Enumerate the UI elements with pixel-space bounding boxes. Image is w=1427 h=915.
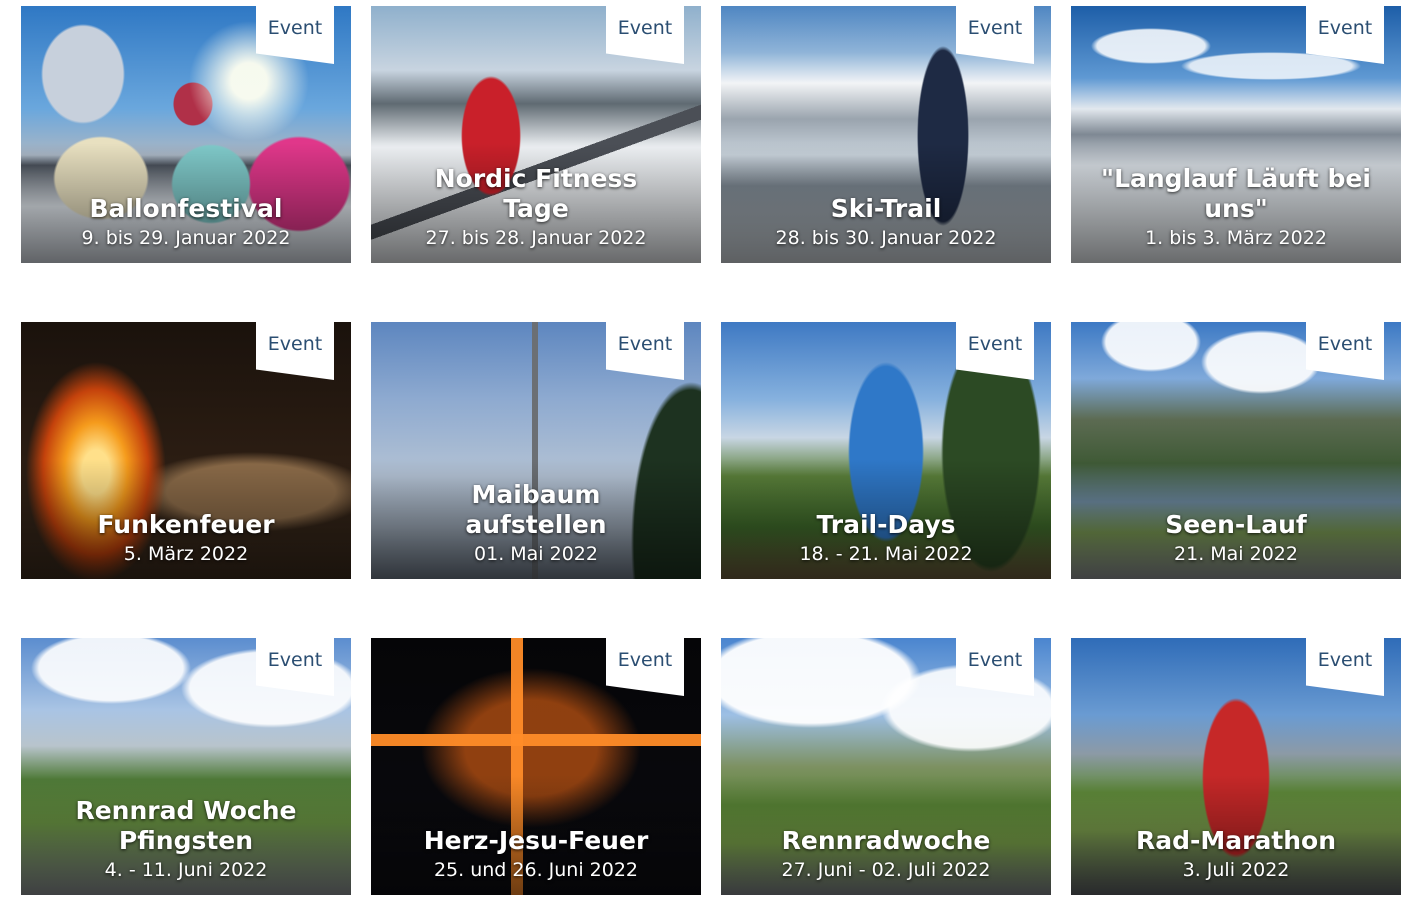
event-caption: "Langlauf Läuft bei uns" 1. bis 3. März … bbox=[1071, 164, 1401, 251]
event-badge-label: Event bbox=[1317, 17, 1373, 39]
event-caption: Ballonfestival 9. bis 29. Januar 2022 bbox=[21, 194, 351, 251]
event-caption: Maibaum aufstellen 01. Mai 2022 bbox=[371, 480, 701, 567]
event-title: Rad-Marathon bbox=[1135, 826, 1337, 855]
event-card-ballonfestival[interactable]: Event Ballonfestival 9. bis 29. Januar 2… bbox=[21, 6, 351, 263]
event-date: 01. Mai 2022 bbox=[474, 543, 598, 565]
event-card-rennrad-woche-pfingsten[interactable]: Event Rennrad Woche Pfingsten 4. - 11. J… bbox=[21, 638, 351, 895]
event-badge-label: Event bbox=[1317, 333, 1373, 355]
event-date: 25. und 26. Juni 2022 bbox=[433, 859, 639, 881]
event-badge-label: Event bbox=[967, 333, 1023, 355]
event-caption: Rennradwoche 27. Juni - 02. Juli 2022 bbox=[721, 826, 1051, 883]
event-card-funkenfeuer[interactable]: Event Funkenfeuer 5. März 2022 bbox=[21, 322, 351, 579]
event-badge-label: Event bbox=[267, 333, 323, 355]
event-caption: Trail-Days 18. - 21. Mai 2022 bbox=[721, 510, 1051, 567]
event-date: 21. Mai 2022 bbox=[1174, 543, 1298, 565]
event-card-ski-trail[interactable]: Event Ski-Trail 28. bis 30. Januar 2022 bbox=[721, 6, 1051, 263]
event-date: 28. bis 30. Januar 2022 bbox=[775, 227, 997, 249]
event-card-seen-lauf[interactable]: Event Seen-Lauf 21. Mai 2022 bbox=[1071, 322, 1401, 579]
event-title: Nordic Fitness Tage bbox=[434, 164, 638, 223]
event-title: Rennradwoche bbox=[781, 826, 991, 855]
event-card-herz-jesu-feuer[interactable]: Event Herz-Jesu-Feuer 25. und 26. Juni 2… bbox=[371, 638, 701, 895]
event-title: Seen-Lauf bbox=[1165, 510, 1307, 539]
event-date: 1. bis 3. März 2022 bbox=[1145, 227, 1327, 249]
event-title: "Langlauf Läuft bei uns" bbox=[1101, 164, 1371, 223]
event-date: 27. bis 28. Januar 2022 bbox=[425, 227, 647, 249]
event-badge-label: Event bbox=[617, 649, 673, 671]
event-caption: Rennrad Woche Pfingsten 4. - 11. Juni 20… bbox=[21, 796, 351, 883]
event-card-rennradwoche[interactable]: Event Rennradwoche 27. Juni - 02. Juli 2… bbox=[721, 638, 1051, 895]
event-card-trail-days[interactable]: Event Trail-Days 18. - 21. Mai 2022 bbox=[721, 322, 1051, 579]
event-card-maibaum-aufstellen[interactable]: Event Maibaum aufstellen 01. Mai 2022 bbox=[371, 322, 701, 579]
event-badge-label: Event bbox=[267, 649, 323, 671]
event-card-langlauf-laeuft-bei-uns[interactable]: Event "Langlauf Läuft bei uns" 1. bis 3.… bbox=[1071, 6, 1401, 263]
event-badge-label: Event bbox=[617, 333, 673, 355]
event-caption: Herz-Jesu-Feuer 25. und 26. Juni 2022 bbox=[371, 826, 701, 883]
event-date: 18. - 21. Mai 2022 bbox=[799, 543, 973, 565]
event-badge-label: Event bbox=[617, 17, 673, 39]
event-caption: Rad-Marathon 3. Juli 2022 bbox=[1071, 826, 1401, 883]
event-date: 27. Juni - 02. Juli 2022 bbox=[781, 859, 991, 881]
event-badge-label: Event bbox=[1317, 649, 1373, 671]
event-card-nordic-fitness-tage[interactable]: Event Nordic Fitness Tage 27. bis 28. Ja… bbox=[371, 6, 701, 263]
event-date: 3. Juli 2022 bbox=[1182, 859, 1290, 881]
event-badge-label: Event bbox=[967, 649, 1023, 671]
event-title: Funkenfeuer bbox=[97, 510, 275, 539]
event-title: Herz-Jesu-Feuer bbox=[423, 826, 649, 855]
event-badge-label: Event bbox=[967, 17, 1023, 39]
event-title: Maibaum aufstellen bbox=[465, 480, 607, 539]
event-badge-label: Event bbox=[267, 17, 323, 39]
event-title: Rennrad Woche Pfingsten bbox=[75, 796, 297, 855]
event-date: 9. bis 29. Januar 2022 bbox=[81, 227, 291, 249]
event-title: Ski-Trail bbox=[830, 194, 942, 223]
event-title: Ballonfestival bbox=[89, 194, 283, 223]
event-title: Trail-Days bbox=[816, 510, 956, 539]
event-caption: Nordic Fitness Tage 27. bis 28. Januar 2… bbox=[371, 164, 701, 251]
event-caption: Seen-Lauf 21. Mai 2022 bbox=[1071, 510, 1401, 567]
event-card-rad-marathon[interactable]: Event Rad-Marathon 3. Juli 2022 bbox=[1071, 638, 1401, 895]
event-grid: Event Ballonfestival 9. bis 29. Januar 2… bbox=[0, 0, 1427, 915]
event-caption: Funkenfeuer 5. März 2022 bbox=[21, 510, 351, 567]
event-date: 4. - 11. Juni 2022 bbox=[104, 859, 268, 881]
event-date: 5. März 2022 bbox=[123, 543, 249, 565]
event-caption: Ski-Trail 28. bis 30. Januar 2022 bbox=[721, 194, 1051, 251]
